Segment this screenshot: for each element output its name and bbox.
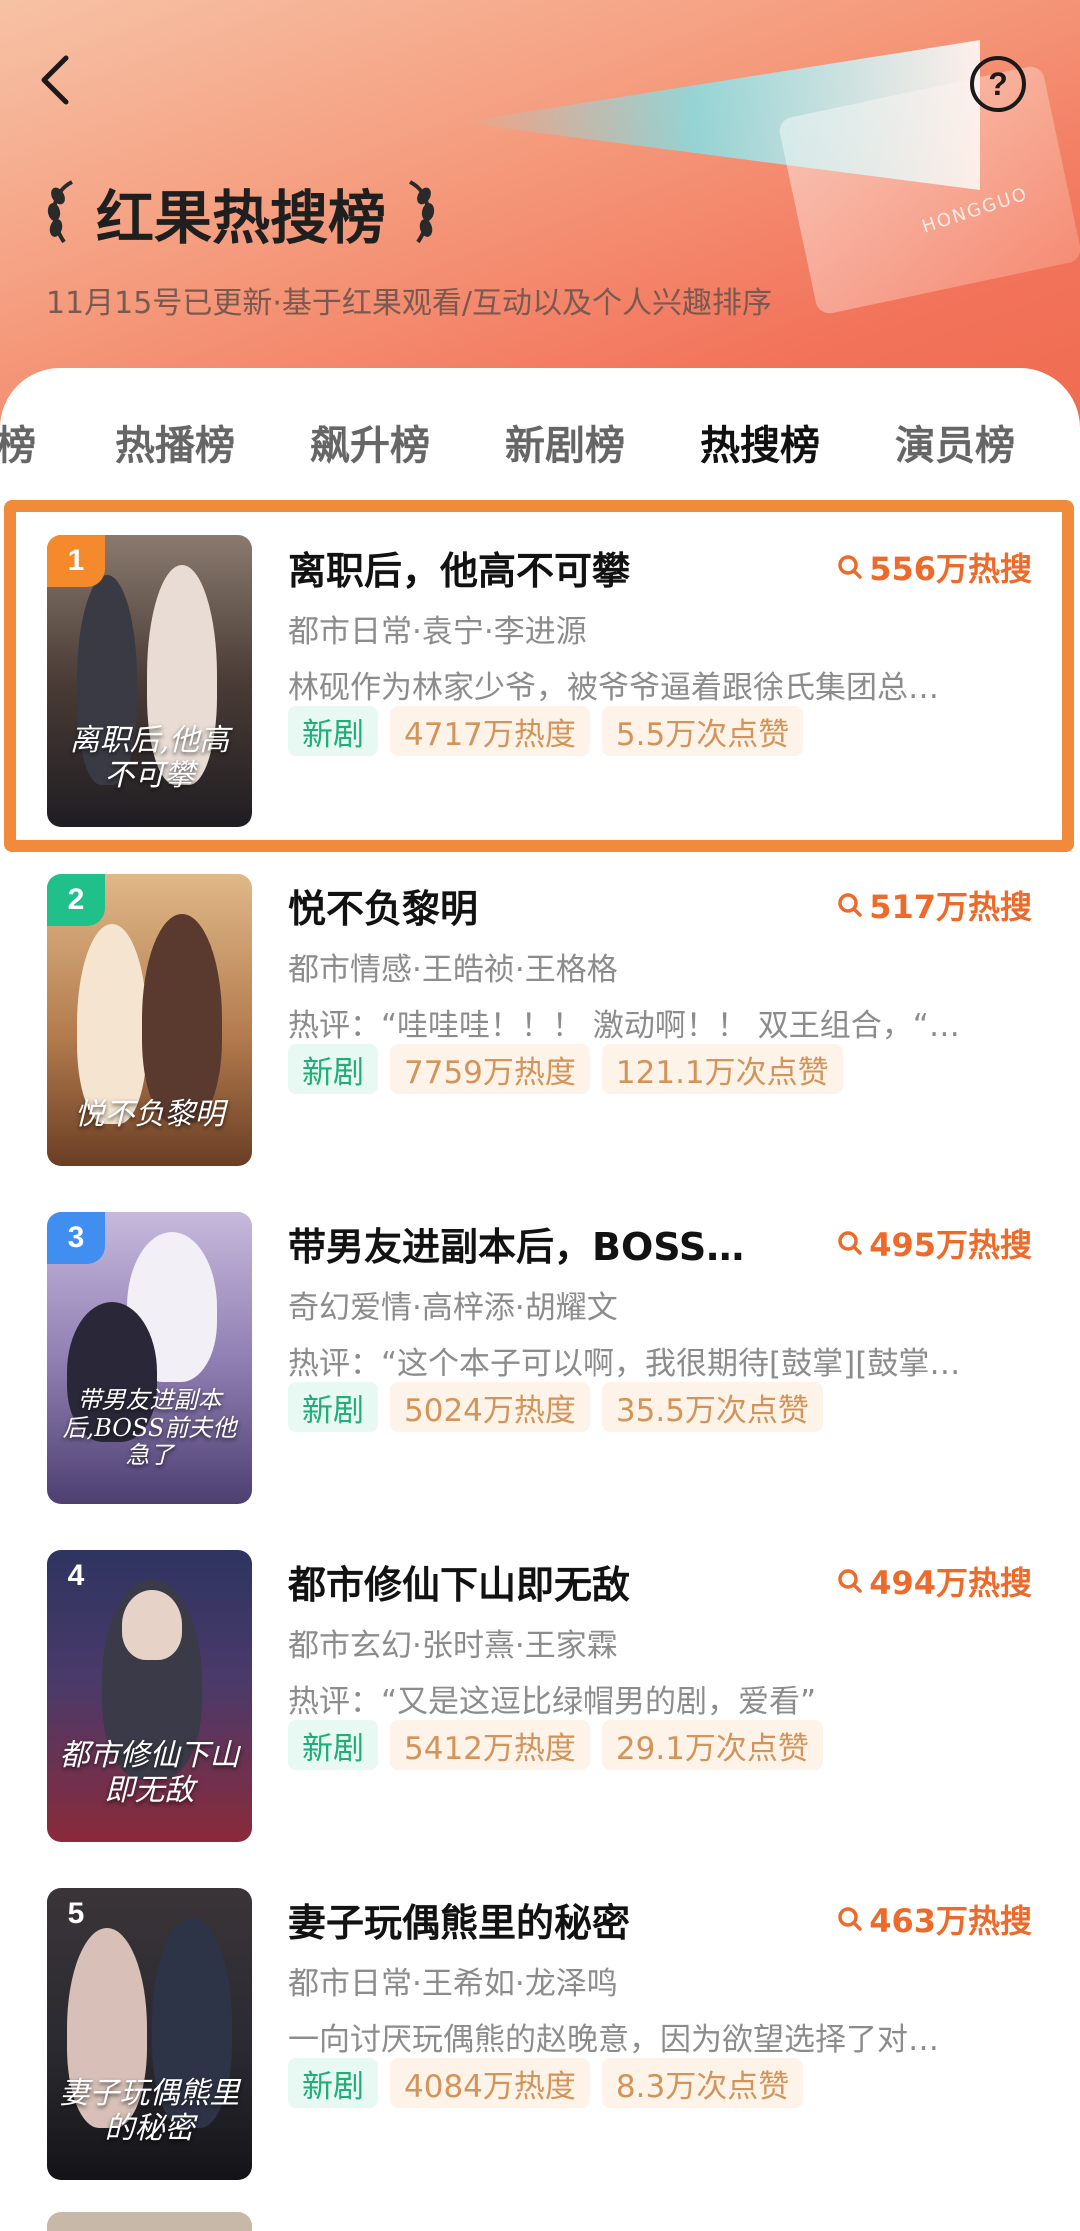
tag-likes: 5.5万次点赞 (601, 706, 804, 756)
drama-title[interactable]: 离职后，他高不可攀 (288, 540, 808, 595)
poster-3[interactable]: 3 带男友进副本后,BOSS前夫他急了 (47, 1212, 252, 1504)
drama-desc: 热评：“又是这逗比绿帽男的剧，爱看” (288, 1684, 817, 1720)
tag-likes: 8.3万次点赞 (601, 2058, 804, 2108)
rank-badge: 5 (67, 1897, 85, 1930)
page-title: 红果热搜榜 (96, 184, 387, 252)
search-icon (838, 555, 862, 579)
drama-meta: 都市日常·袁宁·李进源 (288, 614, 587, 650)
tag-new: 新剧 (288, 2058, 378, 2108)
hot-search-label: 463万热搜 (869, 1902, 1032, 1940)
drama-tags: 新剧 7759万热度 121.1万次点赞 (288, 1044, 843, 1094)
tag-likes: 121.1万次点赞 (601, 1044, 843, 1094)
tag-likes: 35.5万次点赞 (601, 1382, 823, 1432)
tag-heat: 7759万热度 (390, 1044, 590, 1094)
drama-title[interactable]: 带男友进副本后，BOSS… (288, 1216, 808, 1271)
drama-desc: 热评：“哇哇哇！！！ 激动啊！！ 双王组合，“… (288, 1008, 960, 1044)
search-icon (838, 893, 862, 917)
rank-badge: 3 (47, 1212, 105, 1264)
tab-partial[interactable]: 榜 (0, 413, 36, 471)
rank-badge: 4 (67, 1559, 85, 1592)
poster-figure (77, 924, 147, 1124)
poster-caption: 都市修仙下山即无敌 (59, 1738, 240, 1808)
tab-new-drama[interactable]: 新剧榜 (505, 413, 625, 471)
tag-heat: 4717万热度 (390, 706, 590, 756)
tab-hot-play[interactable]: 热播榜 (115, 413, 235, 471)
tag-new: 新剧 (288, 1720, 378, 1770)
tag-new: 新剧 (288, 1044, 378, 1094)
drama-title[interactable]: 妻子玩偶熊里的秘密 (288, 1892, 808, 1947)
poster-caption: 悦不负黎明 (74, 1096, 225, 1132)
update-subtitle: 11月15号已更新·基于红果观看/互动以及个人兴趣排序 (46, 286, 772, 321)
drama-tags: 新剧 4084万热度 8.3万次点赞 (288, 2058, 804, 2108)
tag-heat: 5024万热度 (390, 1382, 590, 1432)
poster-caption: 妻子玩偶熊里的秘密 (59, 2076, 240, 2146)
tab-actors[interactable]: 演员榜 (895, 413, 1015, 471)
hot-search-count: 494万热搜 (837, 1558, 1032, 1604)
drama-meta: 都市玄幻·张时熹·王家霖 (288, 1628, 618, 1664)
search-icon (838, 1569, 862, 1593)
poster-figure (142, 914, 222, 1124)
hot-search-count: 463万热搜 (837, 1896, 1032, 1942)
ranking-tabs: 榜 热播榜 飙升榜 新剧榜 热搜榜 演员榜 (0, 405, 1080, 485)
laurel-left-icon (47, 180, 74, 244)
hot-search-label: 517万热搜 (869, 888, 1032, 926)
search-icon (838, 1907, 862, 1931)
poster-caption: 离职后,他高不可攀 (69, 723, 230, 793)
tag-heat: 4084万热度 (390, 2058, 590, 2108)
rank-badge: 2 (47, 874, 105, 926)
drama-meta: 都市日常·王希如·龙泽鸣 (288, 1966, 618, 2002)
tag-likes: 29.1万次点赞 (601, 1720, 823, 1770)
search-icon (838, 1231, 862, 1255)
hot-search-count: 495万热搜 (837, 1220, 1032, 1266)
poster-4[interactable]: 4 都市修仙下山即无敌 (47, 1550, 252, 1842)
help-button[interactable]: ? (970, 56, 1026, 112)
drama-desc: 一向讨厌玩偶熊的赵晚意，因为欲望选择了对… (288, 2022, 939, 2058)
tag-heat: 5412万热度 (390, 1720, 590, 1770)
drama-title[interactable]: 悦不负黎明 (288, 878, 808, 933)
tag-new: 新剧 (288, 1382, 378, 1432)
tab-hot-search[interactable]: 热搜榜 (700, 413, 820, 471)
page-title-wrap: 红果热搜榜 (42, 168, 440, 258)
poster-caption: 带男友进副本后,BOSS前夫他急了 (62, 1386, 237, 1470)
poster-face (122, 1590, 182, 1660)
hot-search-label: 556万热搜 (869, 550, 1032, 588)
tag-new: 新剧 (288, 706, 378, 756)
poster-2[interactable]: 2 悦不负黎明 (47, 874, 252, 1166)
drama-desc: 热评：“这个本子可以啊，我很期待[鼓掌][鼓掌… (288, 1346, 961, 1382)
hot-search-label: 495万热搜 (869, 1226, 1032, 1264)
drama-meta: 奇幻爱情·高梓添·胡耀文 (288, 1290, 618, 1326)
drama-desc: 林砚作为林家少爷，被爷爷逼着跟徐氏集团总… (288, 670, 939, 706)
hot-search-count: 556万热搜 (837, 544, 1032, 590)
laurel-right-icon (408, 180, 435, 244)
chevron-left-icon (41, 55, 69, 105)
drama-tags: 新剧 4717万热度 5.5万次点赞 (288, 706, 804, 756)
tab-rising[interactable]: 飙升榜 (310, 413, 430, 471)
hot-search-count: 517万热搜 (837, 882, 1032, 928)
drama-meta: 都市情感·王皓祯·王格格 (288, 952, 618, 988)
poster-5[interactable]: 5 妻子玩偶熊里的秘密 (47, 1888, 252, 2180)
poster-6-partial[interactable] (47, 2212, 252, 2231)
drama-tags: 新剧 5024万热度 35.5万次点赞 (288, 1382, 823, 1432)
question-circle-icon: ? (988, 65, 1008, 102)
rank-badge: 1 (47, 535, 105, 587)
drama-tags: 新剧 5412万热度 29.1万次点赞 (288, 1720, 823, 1770)
poster-1[interactable]: 1 离职后,他高不可攀 (47, 535, 252, 827)
back-button[interactable] (26, 50, 86, 110)
hot-search-label: 494万热搜 (869, 1564, 1032, 1602)
drama-title[interactable]: 都市修仙下山即无敌 (288, 1554, 808, 1609)
